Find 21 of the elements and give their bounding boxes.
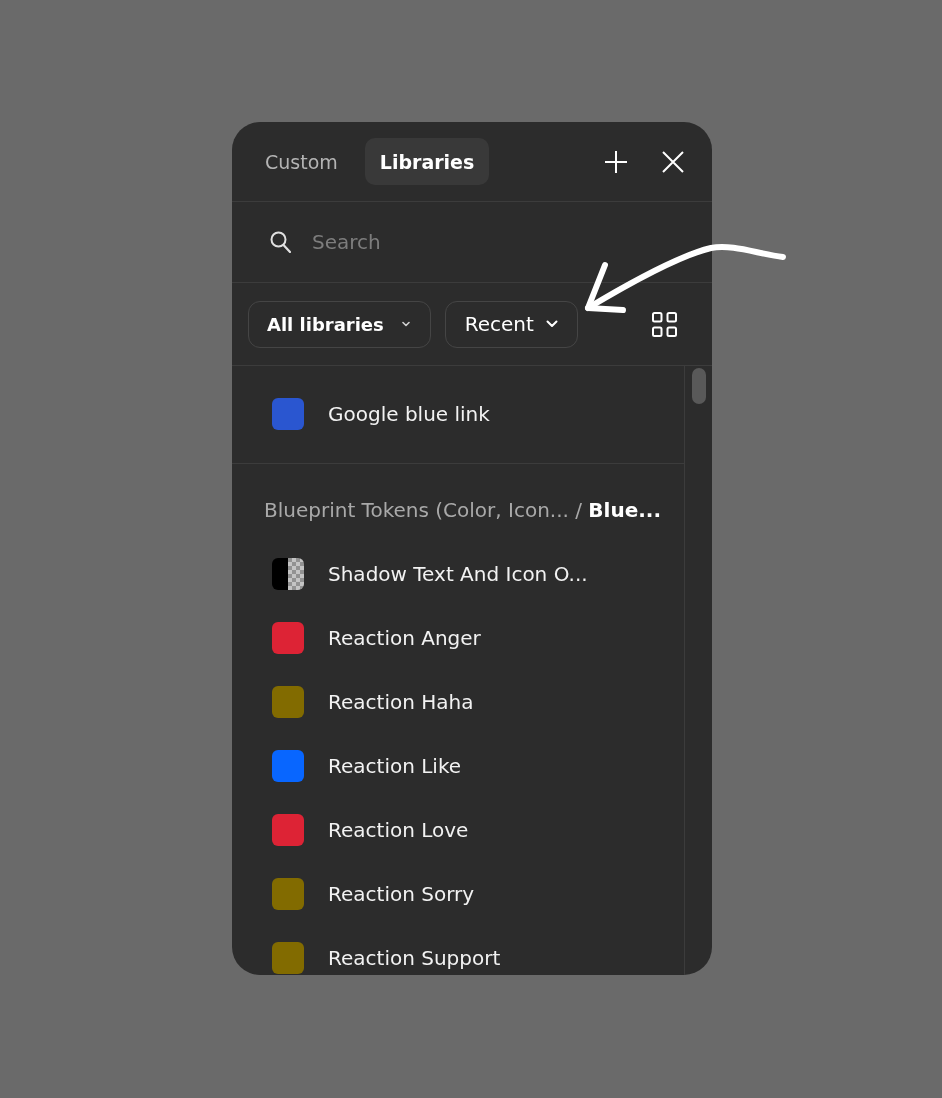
style-name[interactable]: Shadow Text And Icon O... bbox=[328, 562, 588, 586]
style-name[interactable]: Reaction Support bbox=[328, 946, 501, 970]
style-name[interactable]: Google blue link bbox=[328, 402, 490, 426]
caret-icon bbox=[401, 321, 410, 327]
style-name[interactable]: Reaction Like bbox=[328, 754, 462, 778]
grid-view-icon[interactable] bbox=[652, 311, 677, 337]
scrollbar-thumb[interactable] bbox=[692, 368, 706, 404]
style-name[interactable]: Reaction Anger bbox=[328, 626, 481, 650]
caret-icon bbox=[545, 320, 558, 328]
filter-dropdown[interactable]: Recent bbox=[444, 300, 578, 348]
library-heading: Blueprint Tokens (Color, Icon... / Blue... bbox=[263, 497, 663, 524]
filter-dropdown[interactable]: All libraries bbox=[248, 300, 431, 348]
style-name[interactable]: Reaction Sorry bbox=[328, 882, 475, 906]
tab[interactable]: Custom bbox=[250, 138, 353, 185]
style-name[interactable]: Reaction Haha bbox=[328, 690, 474, 714]
search-icon bbox=[270, 231, 291, 253]
search-field[interactable]: Search bbox=[312, 227, 682, 257]
plus-icon[interactable] bbox=[605, 150, 627, 173]
close-icon[interactable] bbox=[662, 150, 684, 173]
style-name[interactable]: Reaction Love bbox=[328, 818, 469, 842]
tab[interactable]: Libraries bbox=[364, 138, 490, 185]
